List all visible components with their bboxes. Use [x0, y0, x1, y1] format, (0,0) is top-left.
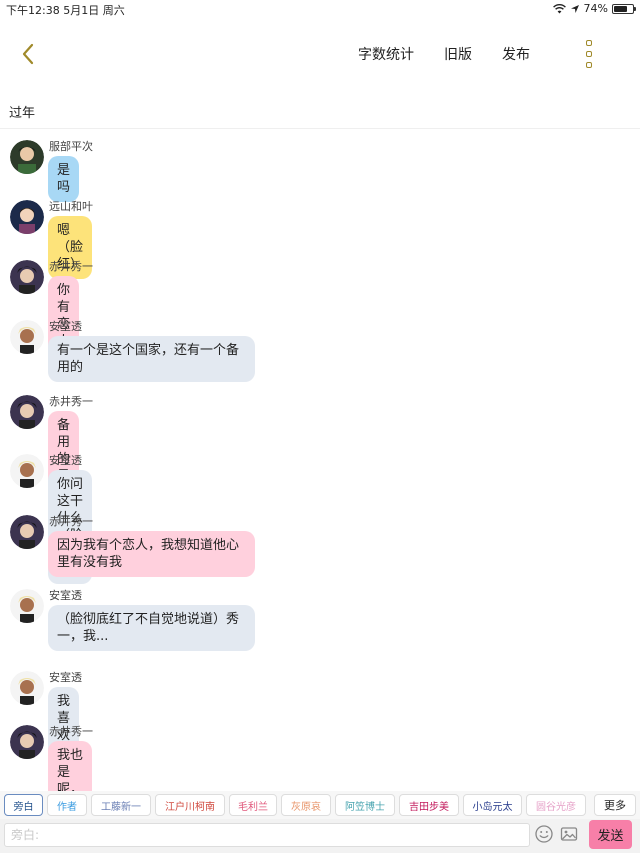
publish-button[interactable]: 发布 [502, 44, 530, 64]
message-bubble[interactable]: 是吗 [48, 156, 80, 202]
character-chip[interactable]: 小岛元太 [463, 794, 522, 816]
avatar[interactable] [10, 454, 44, 488]
character-chip[interactable]: 江户川柯南 [155, 794, 225, 816]
divider [0, 128, 640, 129]
status-time-date: 下午12:38 5月1日 周六 [6, 4, 125, 17]
emoji-icon[interactable] [534, 824, 554, 844]
wifi-icon [552, 3, 566, 13]
character-chip[interactable]: 阿笠博士 [335, 794, 395, 816]
character-bar: 旁白 作者 工藤新一 江户川柯南 毛利兰 灰原哀 阿笠博士 吉田步美 小岛元太 … [0, 791, 640, 819]
back-button[interactable] [14, 40, 42, 68]
character-chip[interactable]: 作者 [47, 794, 87, 816]
send-button[interactable]: 发送 [589, 820, 632, 849]
chapter-title[interactable]: 过年 [9, 102, 35, 121]
character-chip[interactable]: 吉田步美 [399, 794, 459, 816]
character-chip[interactable]: 灰原哀 [281, 794, 331, 816]
speaker-name: 赤井秀一 [49, 395, 93, 408]
location-icon [570, 4, 579, 13]
top-toolbar: 字数统计 旧版 发布 [0, 18, 640, 90]
status-bar: 下午12:38 5月1日 周六 74% [0, 0, 640, 18]
input-bar: 发送 [0, 819, 640, 853]
avatar[interactable] [10, 140, 44, 174]
avatar[interactable] [10, 395, 44, 429]
speaker-name: 远山和叶 [49, 200, 93, 213]
speaker-name: 赤井秀一 [49, 725, 93, 738]
speaker-name: 赤井秀一 [49, 515, 93, 528]
speaker-name: 安室透 [49, 671, 82, 684]
avatar[interactable] [10, 200, 44, 234]
character-chip[interactable]: 毛利兰 [229, 794, 277, 816]
narration-input[interactable] [4, 823, 530, 847]
avatar[interactable] [10, 589, 44, 623]
word-count-button[interactable]: 字数统计 [358, 44, 414, 64]
message-bubble[interactable]: 有一个是这个国家，还有一个备用的 [48, 336, 255, 382]
avatar[interactable] [10, 515, 44, 549]
character-chip[interactable]: 旁白 [4, 794, 43, 816]
more-vertical-icon [586, 40, 592, 46]
avatar[interactable] [10, 725, 44, 759]
more-characters-button[interactable]: 更多 [594, 794, 636, 816]
avatar[interactable] [10, 671, 44, 705]
chevron-left-icon [22, 43, 34, 65]
avatar[interactable] [10, 260, 44, 294]
image-icon[interactable] [559, 824, 579, 844]
battery-icon [612, 3, 636, 14]
message-bubble[interactable]: 因为我有个恋人，我想知道他心里有没有我 [48, 531, 255, 577]
status-right: 74% [552, 2, 636, 15]
more-options-button[interactable] [578, 40, 600, 68]
speaker-name: 安室透 [49, 589, 82, 602]
speaker-name: 安室透 [49, 454, 82, 467]
speaker-name: 服部平次 [49, 140, 93, 153]
avatar[interactable] [10, 320, 44, 354]
speaker-name: 安室透 [49, 320, 82, 333]
message-bubble[interactable]: （脸彻底红了不自觉地说道）秀一，我... [48, 605, 255, 651]
header-actions: 字数统计 旧版 发布 [358, 44, 530, 64]
speaker-name: 赤井秀一 [49, 260, 93, 273]
battery-percent: 74% [583, 2, 608, 15]
character-chip[interactable]: 圆谷光彦 [526, 794, 586, 816]
character-chip[interactable]: 工藤新一 [91, 794, 151, 816]
old-version-button[interactable]: 旧版 [444, 44, 472, 64]
